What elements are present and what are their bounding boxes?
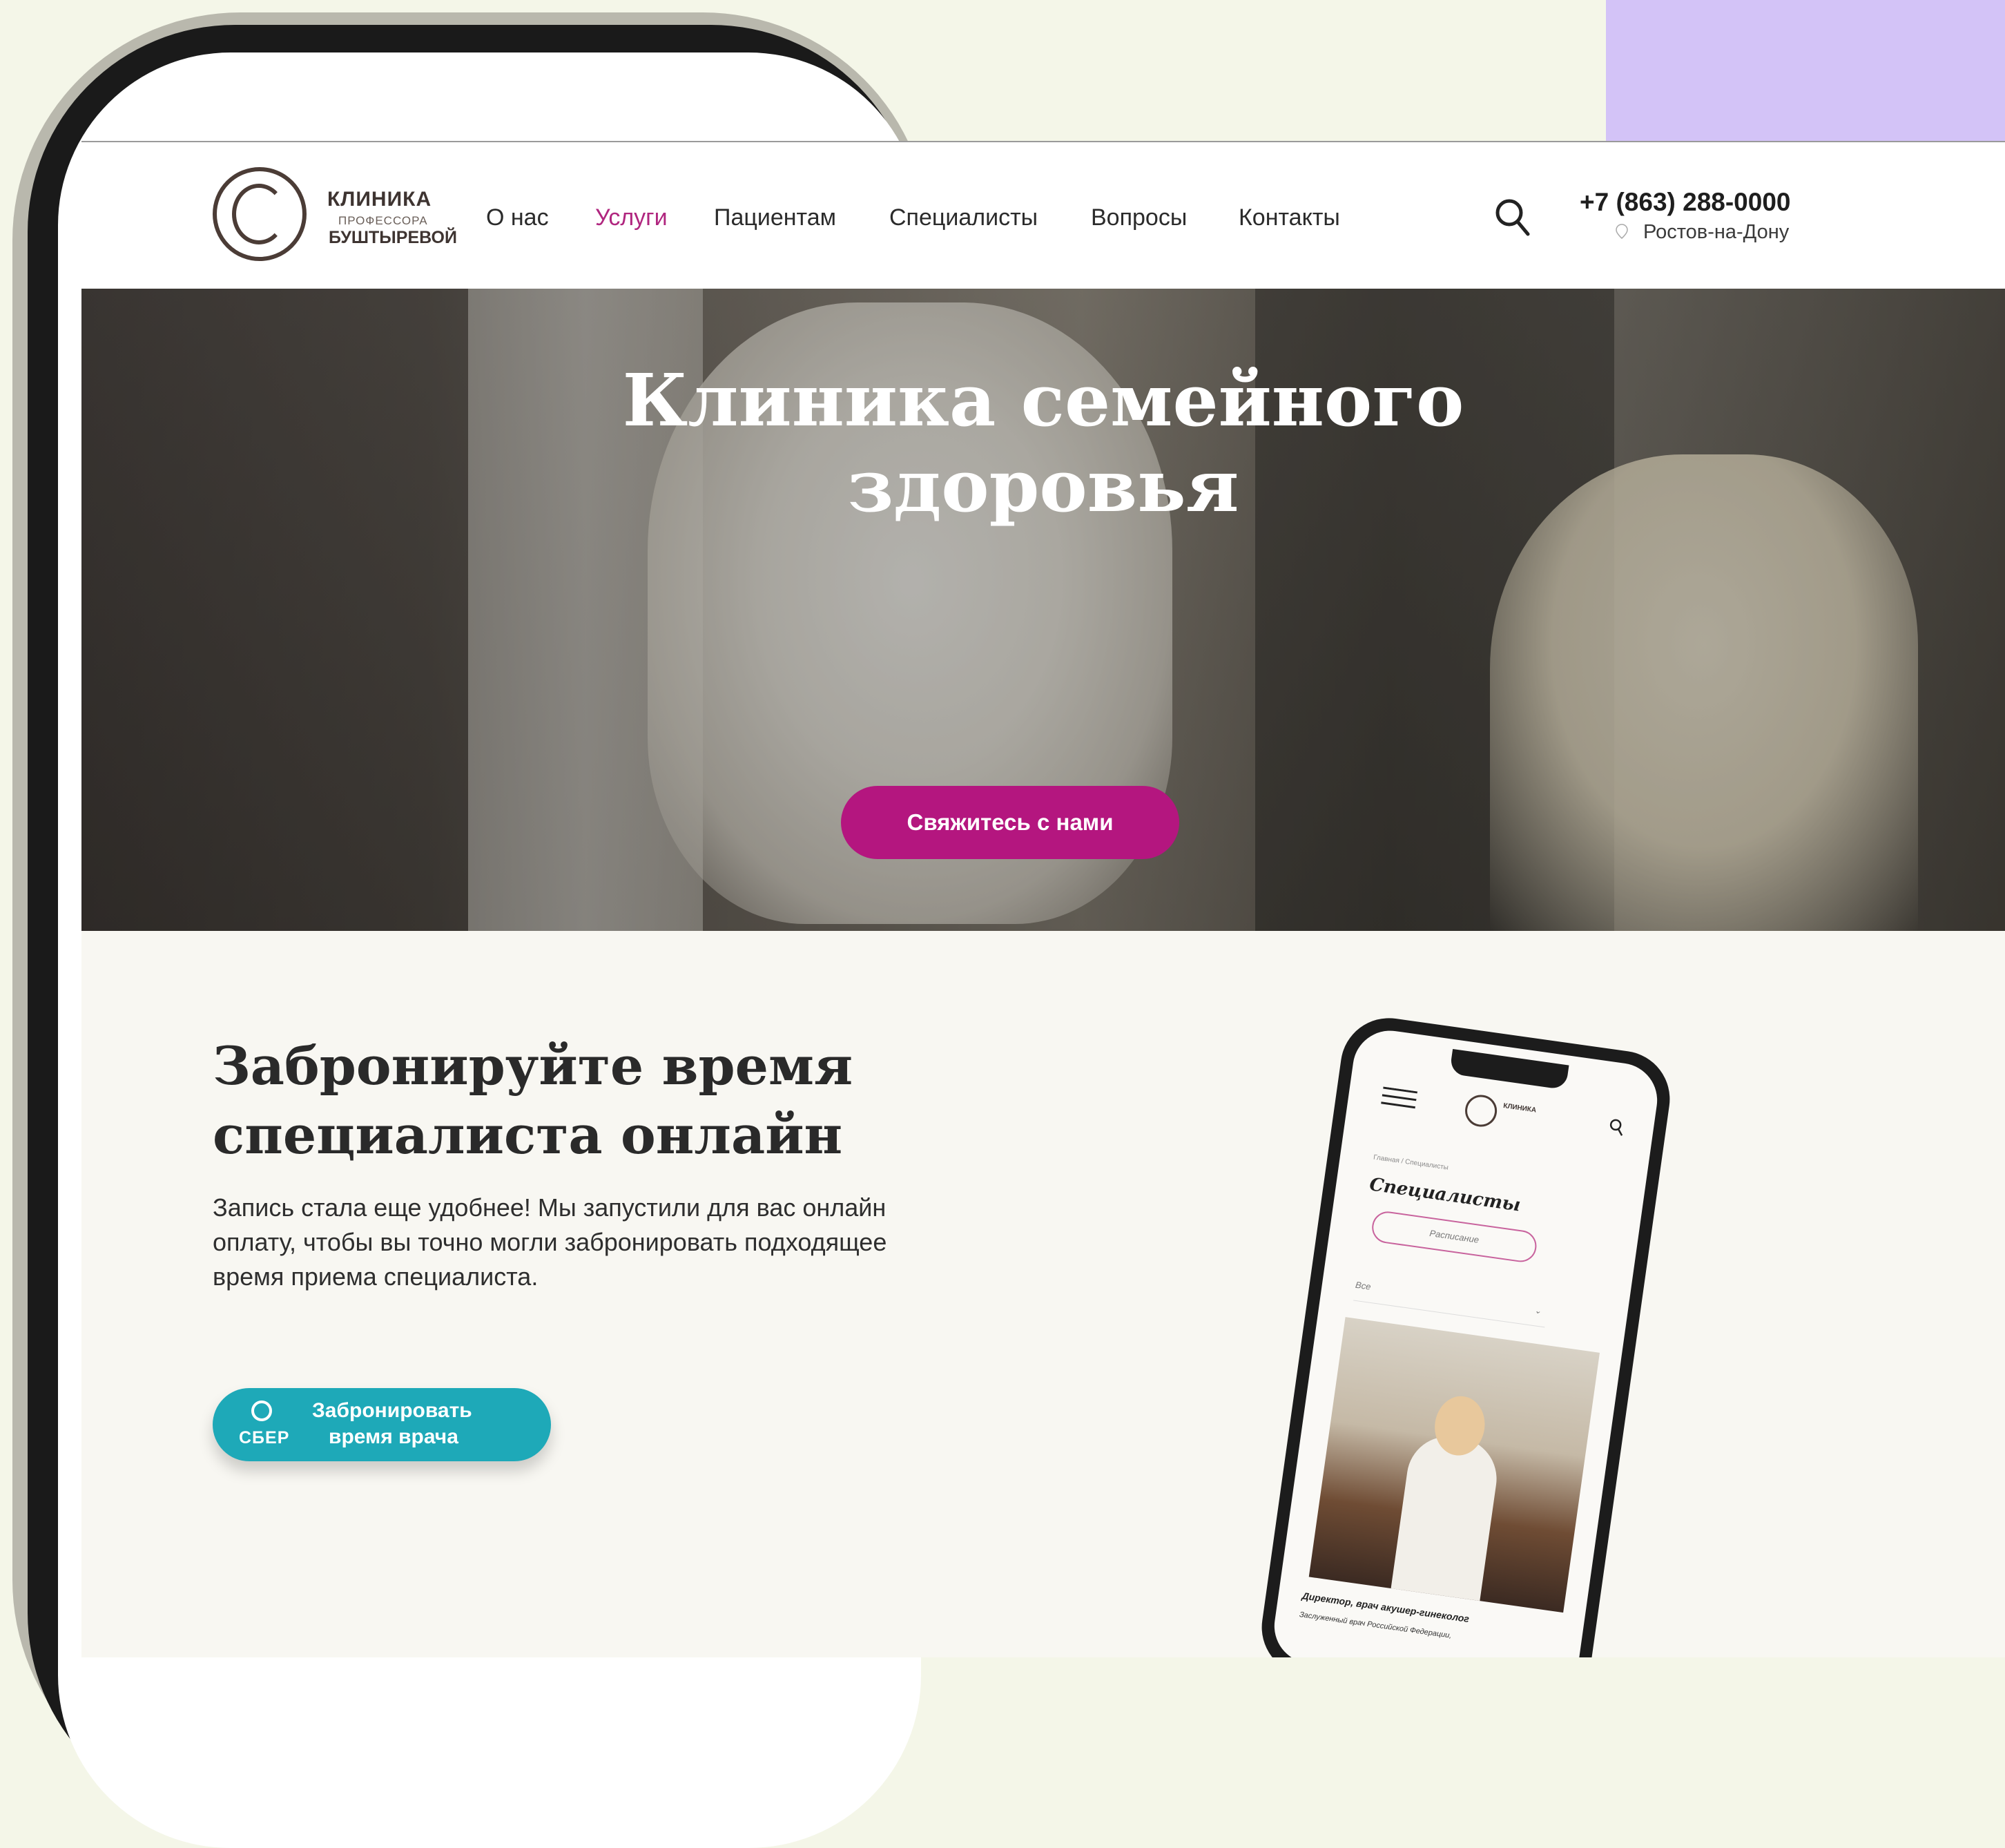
city-label: Ростов-на-Дону xyxy=(1643,221,1790,243)
booking-title: Забронируйте время специалиста онлайн xyxy=(213,1032,1041,1170)
mobile-filter-value: Все xyxy=(1355,1279,1372,1292)
mobile-mockup: КЛИНИКА Главная / Специалисты Специалист… xyxy=(1255,1012,1676,1657)
logo-subtitle: ПРОФЕССОРА xyxy=(338,214,428,227)
doctor-photo[interactable] xyxy=(1308,1317,1600,1613)
chevron-down-icon: ⌄ xyxy=(1533,1305,1542,1316)
mobile-logo-icon[interactable] xyxy=(1463,1093,1500,1129)
book-button-line1: Забронировать xyxy=(312,1399,472,1422)
nav-patients[interactable]: Пациентам xyxy=(714,204,836,231)
booking-description: Запись стала еще удобнее! Мы запустили д… xyxy=(213,1193,887,1291)
location-pin-icon xyxy=(1616,224,1628,239)
nav-about[interactable]: О нас xyxy=(486,204,549,231)
nav-services[interactable]: Услуги xyxy=(595,204,668,231)
book-doctor-button[interactable]: СБЕР Забронировать время врача xyxy=(213,1388,551,1461)
website-page: КЛИНИКА ПРОФЕССОРА БУШТЫРЕВОЙ О нас Услу… xyxy=(81,141,2005,1657)
sber-check-icon xyxy=(251,1401,272,1421)
hero-title: Клиника семейного здоровья xyxy=(81,358,2005,529)
logo-name: БУШТЫРЕВОЙ xyxy=(329,228,457,247)
hero-title-line2: здоровья xyxy=(847,443,1239,528)
mobile-breadcrumb[interactable]: Главная / Специалисты xyxy=(1373,1154,1449,1172)
doctor-figure xyxy=(1391,1431,1502,1601)
mobile-logo-text: КЛИНИКА xyxy=(1502,1101,1537,1115)
decorative-lavender-block xyxy=(1606,0,2005,142)
mobile-schedule-button[interactable]: Расписание xyxy=(1370,1209,1539,1264)
hero-title-line1: Клиника семейного xyxy=(622,358,1464,443)
booking-title-line1: Забронируйте время xyxy=(213,1035,853,1097)
mobile-page-title: Специалисты xyxy=(1368,1174,1522,1216)
book-button-line2: время врача xyxy=(329,1425,458,1448)
clinic-logo-icon[interactable] xyxy=(213,167,307,261)
search-icon[interactable] xyxy=(1494,196,1530,238)
nav-questions[interactable]: Вопросы xyxy=(1091,204,1187,231)
nav-contacts[interactable]: Контакты xyxy=(1239,204,1340,231)
sber-label: СБЕР xyxy=(239,1428,290,1447)
booking-title-line2: специалиста онлайн xyxy=(213,1104,843,1166)
nav-specialists[interactable]: Специалисты xyxy=(889,204,1038,231)
logo-title[interactable]: КЛИНИКА xyxy=(327,188,432,211)
site-header: КЛИНИКА ПРОФЕССОРА БУШТЫРЕВОЙ О нас Услу… xyxy=(81,141,2005,289)
mobile-filter-select[interactable]: Все ⌄ xyxy=(1353,1269,1549,1328)
hero-banner: Клиника семейного здоровья Свяжитесь с н… xyxy=(81,289,2005,931)
phone-number[interactable]: +7 (863) 288-0000 xyxy=(1580,188,1791,217)
menu-icon[interactable] xyxy=(1381,1086,1418,1109)
contact-us-button[interactable]: Свяжитесь с нами xyxy=(841,786,1179,859)
mobile-notch xyxy=(1449,1048,1569,1090)
mobile-search-icon[interactable] xyxy=(1608,1117,1625,1137)
